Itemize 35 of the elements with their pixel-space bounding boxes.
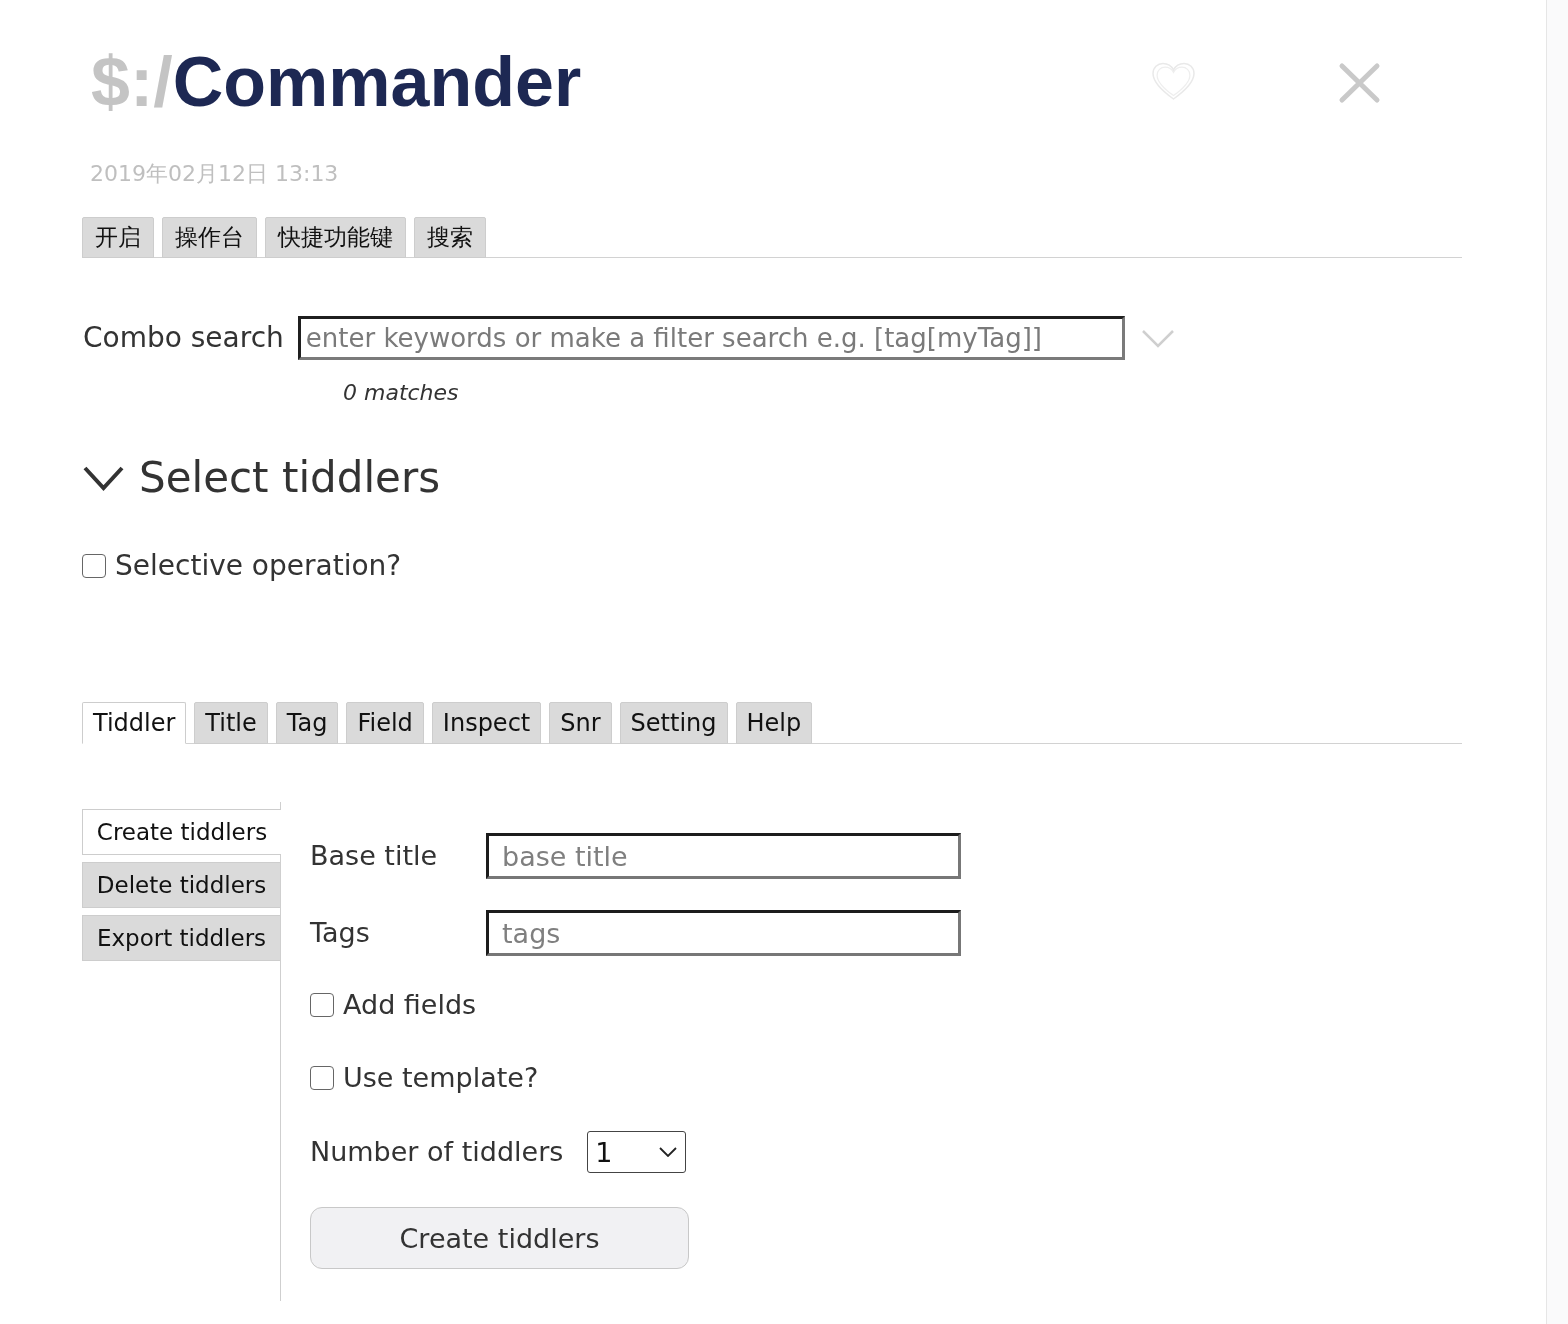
tab[interactable]: Inspect bbox=[431, 702, 542, 744]
search-label: Combo search bbox=[83, 320, 284, 356]
checkbox-label: Use template? bbox=[343, 1061, 539, 1095]
tab[interactable]: Tiddler bbox=[82, 702, 187, 744]
number-select[interactable]: 1 bbox=[587, 1131, 687, 1173]
tab[interactable]: Help bbox=[735, 702, 813, 744]
tab[interactable]: Field bbox=[346, 702, 424, 744]
match-count: 0 matches bbox=[343, 379, 459, 407]
tab[interactable]: Setting bbox=[619, 702, 728, 744]
side-tab[interactable]: Create tiddlers bbox=[82, 809, 281, 855]
checkbox[interactable] bbox=[310, 993, 334, 1017]
checkbox[interactable] bbox=[82, 554, 106, 578]
tiddler-date: 2019年02月12日 13:13 bbox=[89, 160, 339, 188]
field-label: Base title bbox=[310, 839, 439, 873]
search-field[interactable]: enter keywords or make a filter search e.g. [tag[myTag]] bbox=[297, 316, 1125, 360]
checkbox-label: Add fields bbox=[343, 988, 477, 1022]
field-label: Number of tiddlers bbox=[310, 1135, 564, 1169]
create-button[interactable]: Create tiddlers bbox=[310, 1207, 689, 1269]
tab[interactable]: Snr bbox=[549, 702, 612, 744]
checkbox-label: Selective operation? bbox=[115, 548, 402, 584]
chevron-down-icon bbox=[659, 1147, 678, 1157]
tab[interactable]: 开启 bbox=[82, 217, 154, 258]
tab[interactable]: 操作台 bbox=[162, 217, 257, 258]
section-toggle[interactable]: Select tiddlers bbox=[82, 453, 441, 503]
input-field[interactable]: tags bbox=[486, 910, 961, 956]
tab[interactable]: 搜索 bbox=[414, 217, 486, 258]
tiddler-title: $:/Commander bbox=[91, 42, 582, 123]
input-field[interactable]: base title bbox=[486, 833, 961, 879]
tab[interactable]: Title bbox=[194, 702, 268, 744]
side-tab[interactable]: Export tiddlers bbox=[82, 915, 280, 961]
side-tab[interactable]: Delete tiddlers bbox=[82, 862, 280, 908]
tab[interactable]: 快捷功能键 bbox=[265, 217, 406, 258]
tab[interactable]: Tag bbox=[275, 702, 339, 744]
checkbox[interactable] bbox=[310, 1066, 334, 1090]
field-label: Tags bbox=[310, 916, 371, 950]
